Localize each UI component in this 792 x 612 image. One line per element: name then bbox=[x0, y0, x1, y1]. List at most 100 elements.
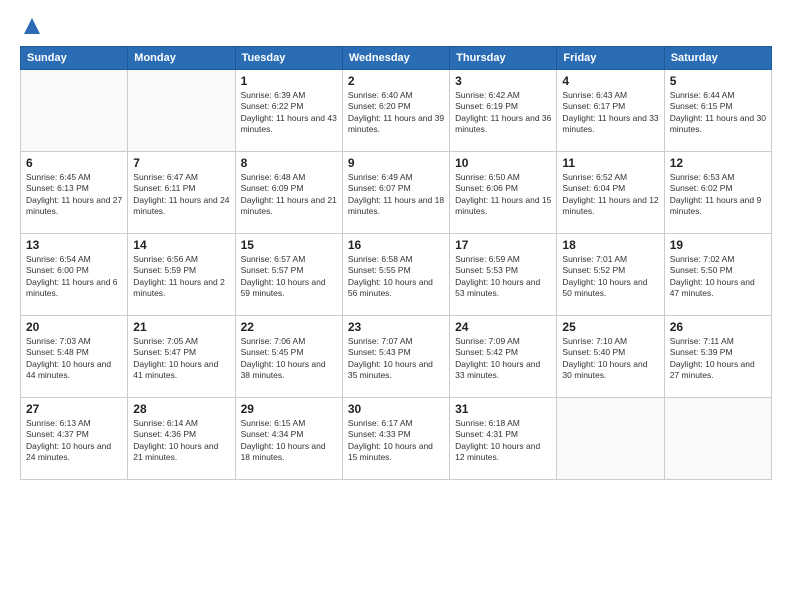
calendar-week-5: 27 Sunrise: 6:13 AMSunset: 4:37 PMDayligh… bbox=[21, 398, 772, 480]
day-info: Sunrise: 6:57 AMSunset: 5:57 PMDaylight:… bbox=[241, 254, 337, 300]
day-number: 21 bbox=[133, 320, 229, 334]
calendar-cell: 16Sunrise: 6:58 AMSunset: 5:55 PMDayligh… bbox=[342, 234, 449, 316]
day-of-week-tuesday: Tuesday bbox=[235, 47, 342, 70]
logo-icon bbox=[22, 16, 42, 36]
day-number: 11 bbox=[562, 156, 658, 170]
day-number: 18 bbox=[562, 238, 658, 252]
day-number: 12 bbox=[670, 156, 766, 170]
calendar-cell: 12 Sunrise: 6:53 AMSunset: 6:02 PMDayligh… bbox=[664, 152, 771, 234]
day-number: 13 bbox=[26, 238, 122, 252]
day-number: 3 bbox=[455, 74, 551, 88]
day-info: Sunrise: 7:02 AMSunset: 5:50 PMDaylight:… bbox=[670, 254, 766, 300]
day-info: Sunrise: 6:40 AMSunset: 6:20 PMDaylight:… bbox=[348, 90, 444, 136]
calendar-cell: 1 Sunrise: 6:39 AMSunset: 6:22 PMDaylight… bbox=[235, 70, 342, 152]
day-of-week-thursday: Thursday bbox=[450, 47, 557, 70]
calendar-cell: 25 Sunrise: 7:10 AMSunset: 5:40 PMDayligh… bbox=[557, 316, 664, 398]
day-info: Sunrise: 6:49 AMSunset: 6:07 PMDaylight:… bbox=[348, 172, 444, 218]
day-number: 28 bbox=[133, 402, 229, 416]
day-number: 24 bbox=[455, 320, 551, 334]
day-of-week-monday: Monday bbox=[128, 47, 235, 70]
day-info: Sunrise: 7:11 AMSunset: 5:39 PMDaylight:… bbox=[670, 336, 766, 382]
calendar-cell: 7 Sunrise: 6:47 AMSunset: 6:11 PMDaylight… bbox=[128, 152, 235, 234]
day-number: 14 bbox=[133, 238, 229, 252]
day-number: 6 bbox=[26, 156, 122, 170]
day-number: 27 bbox=[26, 402, 122, 416]
day-info: Sunrise: 6:53 AMSunset: 6:02 PMDaylight:… bbox=[670, 172, 766, 218]
calendar-cell: 30Sunrise: 6:17 AMSunset: 4:33 PMDayligh… bbox=[342, 398, 449, 480]
day-info: Sunrise: 6:44 AMSunset: 6:15 PMDaylight:… bbox=[670, 90, 766, 136]
calendar-cell: 23 Sunrise: 7:07 AMSunset: 5:43 PMDayligh… bbox=[342, 316, 449, 398]
day-info: Sunrise: 6:54 AMSunset: 6:00 PMDaylight:… bbox=[26, 254, 122, 300]
day-number: 25 bbox=[562, 320, 658, 334]
day-number: 8 bbox=[241, 156, 337, 170]
calendar-cell: 8 Sunrise: 6:48 AMSunset: 6:09 PMDaylight… bbox=[235, 152, 342, 234]
calendar-cell: 28 Sunrise: 6:14 AMSunset: 4:36 PMDayligh… bbox=[128, 398, 235, 480]
calendar-cell: 13 Sunrise: 6:54 AMSunset: 6:00 PMDayligh… bbox=[21, 234, 128, 316]
day-info: Sunrise: 7:10 AMSunset: 5:40 PMDaylight:… bbox=[562, 336, 658, 382]
day-info: Sunrise: 6:48 AMSunset: 6:09 PMDaylight:… bbox=[241, 172, 337, 218]
day-info: Sunrise: 6:13 AMSunset: 4:37 PMDaylight:… bbox=[26, 418, 122, 464]
day-of-week-saturday: Saturday bbox=[664, 47, 771, 70]
day-number: 17 bbox=[455, 238, 551, 252]
calendar-cell: 2 Sunrise: 6:40 AMSunset: 6:20 PMDaylight… bbox=[342, 70, 449, 152]
day-info: Sunrise: 6:45 AMSunset: 6:13 PMDaylight:… bbox=[26, 172, 122, 218]
day-number: 9 bbox=[348, 156, 444, 170]
calendar-cell: 31 Sunrise: 6:18 AMSunset: 4:31 PMDayligh… bbox=[450, 398, 557, 480]
day-info: Sunrise: 6:47 AMSunset: 6:11 PMDaylight:… bbox=[133, 172, 229, 218]
day-number: 20 bbox=[26, 320, 122, 334]
day-info: Sunrise: 6:39 AMSunset: 6:22 PMDaylight:… bbox=[241, 90, 337, 136]
day-number: 29 bbox=[241, 402, 337, 416]
day-number: 1 bbox=[241, 74, 337, 88]
calendar-week-4: 20Sunrise: 7:03 AMSunset: 5:48 PMDayligh… bbox=[21, 316, 772, 398]
day-info: Sunrise: 6:14 AMSunset: 4:36 PMDaylight:… bbox=[133, 418, 229, 464]
logo bbox=[20, 16, 42, 36]
calendar-table: SundayMondayTuesdayWednesdayThursdayFrid… bbox=[20, 46, 772, 480]
calendar-cell: 27 Sunrise: 6:13 AMSunset: 4:37 PMDayligh… bbox=[21, 398, 128, 480]
day-info: Sunrise: 6:56 AMSunset: 5:59 PMDaylight:… bbox=[133, 254, 229, 300]
day-number: 10 bbox=[455, 156, 551, 170]
calendar-cell bbox=[21, 70, 128, 152]
page: SundayMondayTuesdayWednesdayThursdayFrid… bbox=[0, 0, 792, 612]
day-info: Sunrise: 7:05 AMSunset: 5:47 PMDaylight:… bbox=[133, 336, 229, 382]
day-info: Sunrise: 7:06 AMSunset: 5:45 PMDaylight:… bbox=[241, 336, 337, 382]
day-info: Sunrise: 6:15 AMSunset: 4:34 PMDaylight:… bbox=[241, 418, 337, 464]
day-number: 19 bbox=[670, 238, 766, 252]
day-info: Sunrise: 6:43 AMSunset: 6:17 PMDaylight:… bbox=[562, 90, 658, 136]
calendar-cell: 26 Sunrise: 7:11 AMSunset: 5:39 PMDayligh… bbox=[664, 316, 771, 398]
day-info: Sunrise: 6:42 AMSunset: 6:19 PMDaylight:… bbox=[455, 90, 551, 136]
day-number: 4 bbox=[562, 74, 658, 88]
day-number: 23 bbox=[348, 320, 444, 334]
day-number: 26 bbox=[670, 320, 766, 334]
calendar-week-2: 6 Sunrise: 6:45 AMSunset: 6:13 PMDaylight… bbox=[21, 152, 772, 234]
day-info: Sunrise: 6:58 AMSunset: 5:55 PMDaylight:… bbox=[348, 254, 444, 300]
day-number: 7 bbox=[133, 156, 229, 170]
day-of-week-wednesday: Wednesday bbox=[342, 47, 449, 70]
day-number: 15 bbox=[241, 238, 337, 252]
calendar-cell: 18Sunrise: 7:01 AMSunset: 5:52 PMDayligh… bbox=[557, 234, 664, 316]
calendar-cell: 17 Sunrise: 6:59 AMSunset: 5:53 PMDayligh… bbox=[450, 234, 557, 316]
day-number: 31 bbox=[455, 402, 551, 416]
day-number: 2 bbox=[348, 74, 444, 88]
calendar-week-1: 1 Sunrise: 6:39 AMSunset: 6:22 PMDaylight… bbox=[21, 70, 772, 152]
calendar-cell: 24Sunrise: 7:09 AMSunset: 5:42 PMDayligh… bbox=[450, 316, 557, 398]
calendar-cell bbox=[664, 398, 771, 480]
calendar-body: 1 Sunrise: 6:39 AMSunset: 6:22 PMDaylight… bbox=[21, 70, 772, 480]
day-info: Sunrise: 6:18 AMSunset: 4:31 PMDaylight:… bbox=[455, 418, 551, 464]
calendar-cell: 21 Sunrise: 7:05 AMSunset: 5:47 PMDayligh… bbox=[128, 316, 235, 398]
day-number: 22 bbox=[241, 320, 337, 334]
day-number: 5 bbox=[670, 74, 766, 88]
calendar-cell: 5 Sunrise: 6:44 AMSunset: 6:15 PMDaylight… bbox=[664, 70, 771, 152]
calendar-header: SundayMondayTuesdayWednesdayThursdayFrid… bbox=[21, 47, 772, 70]
calendar-cell: 3 Sunrise: 6:42 AMSunset: 6:19 PMDaylight… bbox=[450, 70, 557, 152]
header bbox=[20, 16, 772, 36]
calendar-cell bbox=[128, 70, 235, 152]
calendar-cell bbox=[557, 398, 664, 480]
day-of-week-friday: Friday bbox=[557, 47, 664, 70]
calendar-cell: 22 Sunrise: 7:06 AMSunset: 5:45 PMDayligh… bbox=[235, 316, 342, 398]
calendar-cell: 6 Sunrise: 6:45 AMSunset: 6:13 PMDaylight… bbox=[21, 152, 128, 234]
day-info: Sunrise: 7:07 AMSunset: 5:43 PMDaylight:… bbox=[348, 336, 444, 382]
day-info: Sunrise: 6:59 AMSunset: 5:53 PMDaylight:… bbox=[455, 254, 551, 300]
calendar-cell: 29 Sunrise: 6:15 AMSunset: 4:34 PMDayligh… bbox=[235, 398, 342, 480]
calendar-cell: 15 Sunrise: 6:57 AMSunset: 5:57 PMDayligh… bbox=[235, 234, 342, 316]
day-info: Sunrise: 6:50 AMSunset: 6:06 PMDaylight:… bbox=[455, 172, 551, 218]
